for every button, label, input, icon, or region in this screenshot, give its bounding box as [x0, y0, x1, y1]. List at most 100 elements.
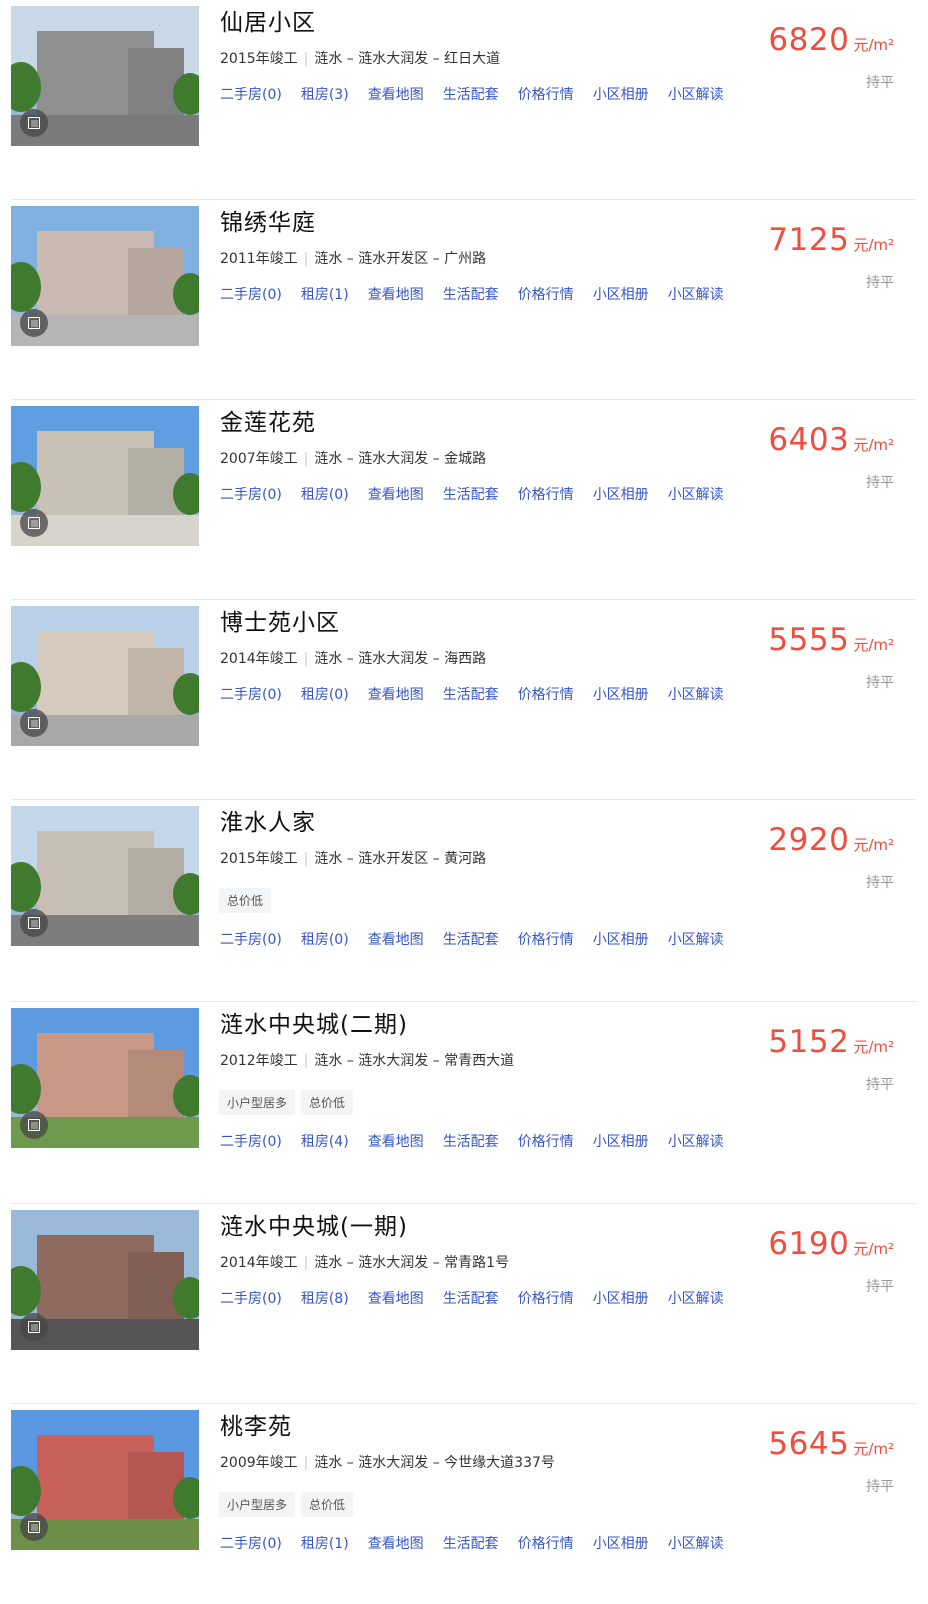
link-album[interactable]: 小区相册	[593, 1131, 649, 1151]
link-album[interactable]: 小区相册	[593, 929, 649, 949]
link-map[interactable]: 查看地图	[368, 284, 424, 304]
community-name[interactable]: 涟水中央城(一期)	[220, 1207, 408, 1241]
link-amenities[interactable]: 生活配套	[443, 284, 499, 304]
district-link[interactable]: 涟水	[314, 451, 342, 467]
link-price-trend[interactable]: 价格行情	[518, 929, 574, 949]
link-rent[interactable]: 租房(0)	[301, 684, 349, 704]
link-album[interactable]: 小区相册	[593, 684, 649, 704]
link-album[interactable]: 小区相册	[593, 484, 649, 504]
community-name[interactable]: 桃李苑	[220, 1407, 292, 1441]
link-album[interactable]: 小区相册	[593, 1533, 649, 1553]
area-link[interactable]: 涟水大润发	[358, 651, 428, 667]
community-photo[interactable]	[11, 1210, 199, 1350]
community-photo[interactable]	[11, 606, 199, 746]
road-text: 海西路	[444, 651, 487, 667]
link-secondhand[interactable]: 二手房(0)	[220, 84, 282, 104]
photo-album-icon[interactable]	[20, 509, 48, 537]
community-photo[interactable]	[11, 1410, 199, 1550]
district-link[interactable]: 涟水	[314, 1455, 342, 1471]
community-name[interactable]: 淮水人家	[220, 803, 316, 837]
area-link[interactable]: 涟水大润发	[358, 1053, 428, 1069]
district-link[interactable]: 涟水	[314, 851, 342, 867]
district-link[interactable]: 涟水	[314, 51, 342, 67]
link-analysis[interactable]: 小区解读	[668, 1131, 724, 1151]
link-amenities[interactable]: 生活配套	[443, 484, 499, 504]
link-analysis[interactable]: 小区解读	[668, 1533, 724, 1553]
link-map[interactable]: 查看地图	[368, 84, 424, 104]
link-rent[interactable]: 租房(0)	[301, 929, 349, 949]
link-album[interactable]: 小区相册	[593, 1288, 649, 1308]
area-link[interactable]: 涟水大润发	[358, 1255, 428, 1271]
link-amenities[interactable]: 生活配套	[443, 1533, 499, 1553]
community-photo[interactable]	[11, 1008, 199, 1148]
district-link[interactable]: 涟水	[314, 251, 342, 267]
link-secondhand[interactable]: 二手房(0)	[220, 1288, 282, 1308]
community-meta: 2014年竣工 | 涟水 – 涟水大润发 – 海西路	[220, 651, 487, 667]
link-price-trend[interactable]: 价格行情	[518, 684, 574, 704]
link-amenities[interactable]: 生活配套	[443, 684, 499, 704]
link-rent[interactable]: 租房(3)	[301, 84, 349, 104]
link-rent[interactable]: 租房(1)	[301, 1533, 349, 1553]
link-map[interactable]: 查看地图	[368, 684, 424, 704]
photo-album-icon[interactable]	[20, 1111, 48, 1139]
link-secondhand[interactable]: 二手房(0)	[220, 1131, 282, 1151]
link-price-trend[interactable]: 价格行情	[518, 284, 574, 304]
link-secondhand[interactable]: 二手房(0)	[220, 684, 282, 704]
link-map[interactable]: 查看地图	[368, 929, 424, 949]
link-amenities[interactable]: 生活配套	[443, 1288, 499, 1308]
link-analysis[interactable]: 小区解读	[668, 684, 724, 704]
community-photo[interactable]	[11, 806, 199, 946]
link-rent[interactable]: 租房(8)	[301, 1288, 349, 1308]
area-link[interactable]: 涟水大润发	[358, 1455, 428, 1471]
community-photo[interactable]	[11, 6, 199, 146]
link-rent[interactable]: 租房(4)	[301, 1131, 349, 1151]
community-photo[interactable]	[11, 206, 199, 346]
link-map[interactable]: 查看地图	[368, 1288, 424, 1308]
link-amenities[interactable]: 生活配套	[443, 84, 499, 104]
link-album[interactable]: 小区相册	[593, 284, 649, 304]
link-map[interactable]: 查看地图	[368, 484, 424, 504]
link-analysis[interactable]: 小区解读	[668, 284, 724, 304]
community-name[interactable]: 金莲花苑	[220, 403, 316, 437]
area-link[interactable]: 涟水大润发	[358, 451, 428, 467]
photo-album-icon[interactable]	[20, 1313, 48, 1341]
link-map[interactable]: 查看地图	[368, 1533, 424, 1553]
photo-album-icon[interactable]	[20, 909, 48, 937]
link-secondhand[interactable]: 二手房(0)	[220, 284, 282, 304]
area-link[interactable]: 涟水开发区	[358, 851, 428, 867]
photo-album-icon[interactable]	[20, 309, 48, 337]
area-link[interactable]: 涟水大润发	[358, 51, 428, 67]
link-map[interactable]: 查看地图	[368, 1131, 424, 1151]
area-link[interactable]: 涟水开发区	[358, 251, 428, 267]
community-name[interactable]: 博士苑小区	[220, 603, 340, 637]
district-link[interactable]: 涟水	[314, 1255, 342, 1271]
link-amenities[interactable]: 生活配套	[443, 929, 499, 949]
link-rent[interactable]: 租房(0)	[301, 484, 349, 504]
link-album[interactable]: 小区相册	[593, 84, 649, 104]
link-price-trend[interactable]: 价格行情	[518, 1288, 574, 1308]
link-analysis[interactable]: 小区解读	[668, 1288, 724, 1308]
community-name[interactable]: 仙居小区	[220, 3, 316, 37]
community-meta: 2011年竣工 | 涟水 – 涟水开发区 – 广州路	[220, 251, 487, 267]
link-analysis[interactable]: 小区解读	[668, 84, 724, 104]
link-rent[interactable]: 租房(1)	[301, 284, 349, 304]
link-analysis[interactable]: 小区解读	[668, 484, 724, 504]
district-link[interactable]: 涟水	[314, 1053, 342, 1069]
link-price-trend[interactable]: 价格行情	[518, 84, 574, 104]
community-photo[interactable]	[11, 406, 199, 546]
photo-album-icon[interactable]	[20, 1513, 48, 1541]
link-amenities[interactable]: 生活配套	[443, 1131, 499, 1151]
link-analysis[interactable]: 小区解读	[668, 929, 724, 949]
photo-album-icon[interactable]	[20, 709, 48, 737]
community-meta: 2012年竣工 | 涟水 – 涟水大润发 – 常青西大道	[220, 1053, 515, 1069]
photo-album-icon[interactable]	[20, 109, 48, 137]
link-price-trend[interactable]: 价格行情	[518, 1533, 574, 1553]
link-price-trend[interactable]: 价格行情	[518, 1131, 574, 1151]
link-secondhand[interactable]: 二手房(0)	[220, 1533, 282, 1553]
community-name[interactable]: 锦绣华庭	[220, 203, 316, 237]
community-name[interactable]: 涟水中央城(二期)	[220, 1005, 408, 1039]
link-price-trend[interactable]: 价格行情	[518, 484, 574, 504]
link-secondhand[interactable]: 二手房(0)	[220, 929, 282, 949]
link-secondhand[interactable]: 二手房(0)	[220, 484, 282, 504]
district-link[interactable]: 涟水	[314, 651, 342, 667]
